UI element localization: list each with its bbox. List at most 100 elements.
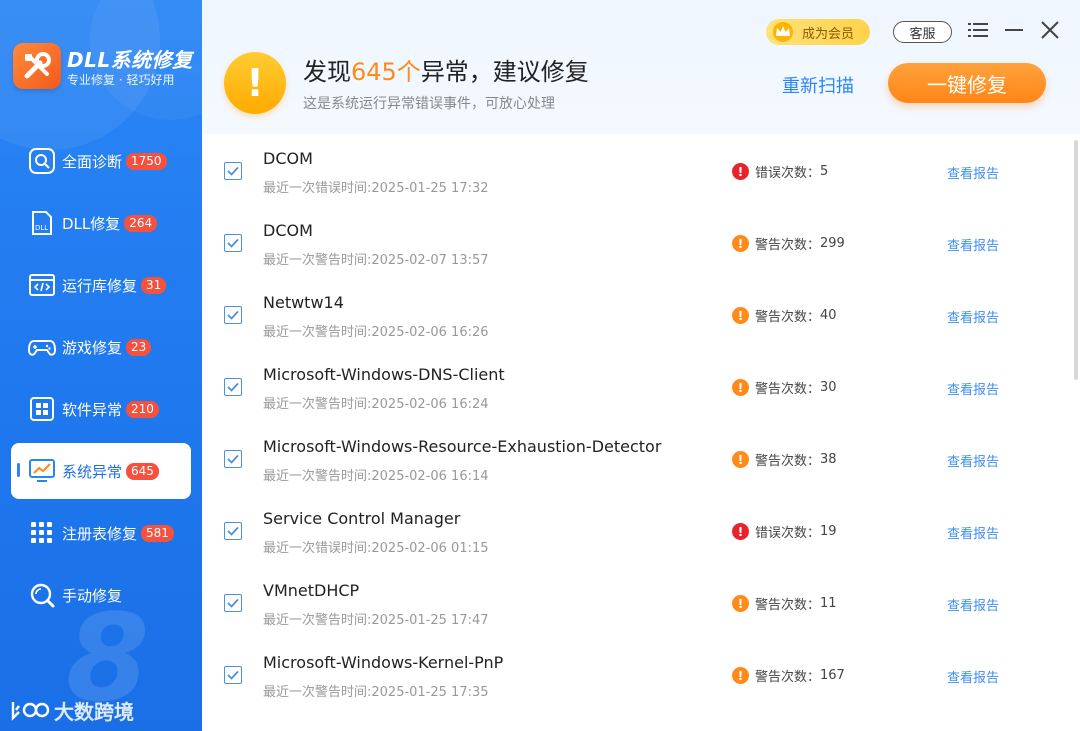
sidebar-nav: 全面诊断 1750 DLL DLL修复 264 运行库修复 31 游戏修复 23 — [11, 133, 191, 629]
scrollbar[interactable] — [1074, 140, 1078, 380]
count-badge: 581 — [141, 524, 174, 542]
event-count: ! 错误次数： 5 — [732, 162, 828, 181]
registry-grid-icon — [28, 519, 56, 547]
event-last-time: 最近一次警告时间:2025-02-06 16:26 — [263, 325, 489, 340]
watermark-logo-icon — [11, 701, 50, 721]
headline-prefix: 发现 — [303, 58, 351, 86]
close-icon — [1041, 21, 1059, 39]
view-report-link[interactable]: 查看报告 — [947, 235, 999, 254]
checkmark-icon — [227, 670, 239, 680]
checkmark-icon — [227, 526, 239, 536]
list-item: Microsoft-Windows-DNS-Client 最近一次警告时间:202… — [202, 350, 1072, 422]
count-badge: 264 — [124, 214, 158, 232]
row-checkbox[interactable] — [224, 450, 242, 468]
count-value: 299 — [820, 236, 845, 251]
row-checkbox[interactable] — [224, 666, 242, 684]
headline-suffix: 异常，建议修复 — [420, 58, 589, 86]
event-source-name: Microsoft-Windows-Kernel-PnP — [263, 653, 504, 672]
event-count: ! 警告次数： 40 — [732, 306, 837, 325]
count-badge: 210 — [126, 400, 159, 418]
count-label: 警告次数： — [755, 238, 821, 253]
crown-icon — [773, 22, 793, 42]
event-last-time: 最近一次警告时间:2025-02-06 16:24 — [263, 397, 489, 412]
header: 成为会员 客服 ! 发现645个异常，建议修复 这是系统运行异常错误事件，可放心… — [202, 0, 1080, 134]
event-count: ! 警告次数： 11 — [732, 594, 837, 613]
sidebar-item-registry-repair[interactable]: 注册表修复 581 — [11, 505, 191, 561]
code-window-icon — [28, 271, 56, 299]
sidebar-item-dll-repair[interactable]: DLL DLL修复 264 — [11, 195, 191, 251]
row-checkbox[interactable] — [224, 594, 242, 612]
app-logo — [13, 43, 61, 89]
count-badge: 645 — [126, 462, 159, 480]
list-item: DCOM 最近一次错误时间:2025-01-25 17:32 ! 错误次数： 5 查看报告 — [202, 134, 1072, 206]
app-subtitle: 专业修复 · 轻巧好用 — [67, 73, 175, 87]
count-label: 警告次数： — [755, 310, 821, 325]
list-item: Service Control Manager 最近一次错误时间:2025-02-… — [202, 494, 1072, 566]
warning-icon: ! — [732, 667, 749, 684]
sidebar-item-label: 游戏修复 — [62, 338, 123, 357]
event-last-time: 最近一次错误时间:2025-02-06 01:15 — [263, 541, 489, 556]
vip-button[interactable]: 成为会员 — [766, 19, 870, 45]
sidebar-item-game-repair[interactable]: 游戏修复 23 — [11, 319, 191, 375]
view-report-link[interactable]: 查看报告 — [947, 667, 999, 686]
rescan-link[interactable]: 重新扫描 — [782, 72, 854, 98]
view-report-link[interactable]: 查看报告 — [947, 379, 999, 398]
warning-icon: ! — [732, 451, 749, 468]
count-label: 警告次数： — [755, 670, 821, 685]
sidebar-item-full-diagnosis[interactable]: 全面诊断 1750 — [11, 133, 191, 189]
monitor-chart-icon — [28, 457, 56, 485]
event-source-name: DCOM — [263, 149, 313, 168]
view-report-link[interactable]: 查看报告 — [947, 451, 999, 470]
event-count: ! 警告次数： 38 — [732, 450, 837, 469]
app-title: DLL系统修复 — [67, 48, 193, 72]
one-click-fix-button[interactable]: 一键修复 — [888, 63, 1046, 103]
view-report-link[interactable]: 查看报告 — [947, 523, 999, 542]
event-count: ! 错误次数： 19 — [732, 522, 837, 541]
close-button[interactable] — [1038, 18, 1062, 42]
count-label: 错误次数： — [755, 526, 821, 541]
row-checkbox[interactable] — [224, 306, 242, 324]
checkmark-icon — [227, 382, 239, 392]
sidebar-item-label: 系统异常 — [62, 462, 123, 481]
magnifier-icon — [28, 581, 56, 609]
count-value: 11 — [820, 596, 837, 611]
warning-icon: ! — [732, 595, 749, 612]
sidebar-item-system-error[interactable]: 系统异常 645 — [11, 443, 191, 499]
view-report-link[interactable]: 查看报告 — [947, 163, 999, 182]
sidebar: DLL系统修复 专业修复 · 轻巧好用 全面诊断 1750 DLL DLL修复 … — [0, 0, 202, 731]
vip-label: 成为会员 — [802, 26, 855, 42]
row-checkbox[interactable] — [224, 162, 242, 180]
sidebar-item-runtime-repair[interactable]: 运行库修复 31 — [11, 257, 191, 313]
sidebar-item-label: 注册表修复 — [62, 524, 138, 543]
dll-file-icon: DLL — [28, 209, 56, 237]
row-checkbox[interactable] — [224, 378, 242, 396]
minimize-icon — [1005, 29, 1023, 31]
row-checkbox[interactable] — [224, 234, 242, 252]
list-item: Microsoft-Windows-Resource-Exhaustion-De… — [202, 422, 1072, 494]
count-value: 40 — [820, 308, 837, 323]
menu-button[interactable] — [966, 18, 990, 42]
event-last-time: 最近一次警告时间:2025-01-25 17:35 — [263, 685, 489, 700]
event-source-name: Service Control Manager — [263, 509, 461, 528]
list-item: Netwtw14 最近一次警告时间:2025-02-06 16:26! 警告次数： 4… — [202, 278, 1072, 350]
view-report-link[interactable]: 查看报告 — [947, 307, 999, 326]
page-subtitle: 这是系统运行异常错误事件，可放心处理 — [303, 96, 555, 112]
list-item: Microsoft-Windows-Kernel-PnP 最近一次警告时间:202… — [202, 638, 1072, 710]
row-checkbox[interactable] — [224, 522, 242, 540]
warning-icon: ! — [732, 379, 749, 396]
checkmark-icon — [227, 454, 239, 464]
view-report-link[interactable]: 查看报告 — [947, 595, 999, 614]
count-label: 错误次数： — [755, 166, 821, 181]
customer-service-button[interactable]: 客服 — [893, 21, 952, 43]
sidebar-item-label: 软件异常 — [62, 400, 123, 419]
event-last-time: 最近一次错误时间:2025-01-25 17:32 — [263, 181, 489, 196]
svg-text:DLL: DLL — [35, 224, 48, 232]
event-last-time: 最近一次警告时间:2025-02-06 16:14 — [263, 469, 489, 484]
minimize-button[interactable] — [1002, 18, 1026, 42]
watermark: 大数跨境 — [10, 696, 134, 725]
count-label: 警告次数： — [755, 598, 821, 613]
app-grid-icon — [28, 395, 56, 423]
checkmark-icon — [227, 598, 239, 608]
sidebar-item-software-error[interactable]: 软件异常 210 — [11, 381, 191, 437]
count-value: 38 — [820, 452, 837, 467]
